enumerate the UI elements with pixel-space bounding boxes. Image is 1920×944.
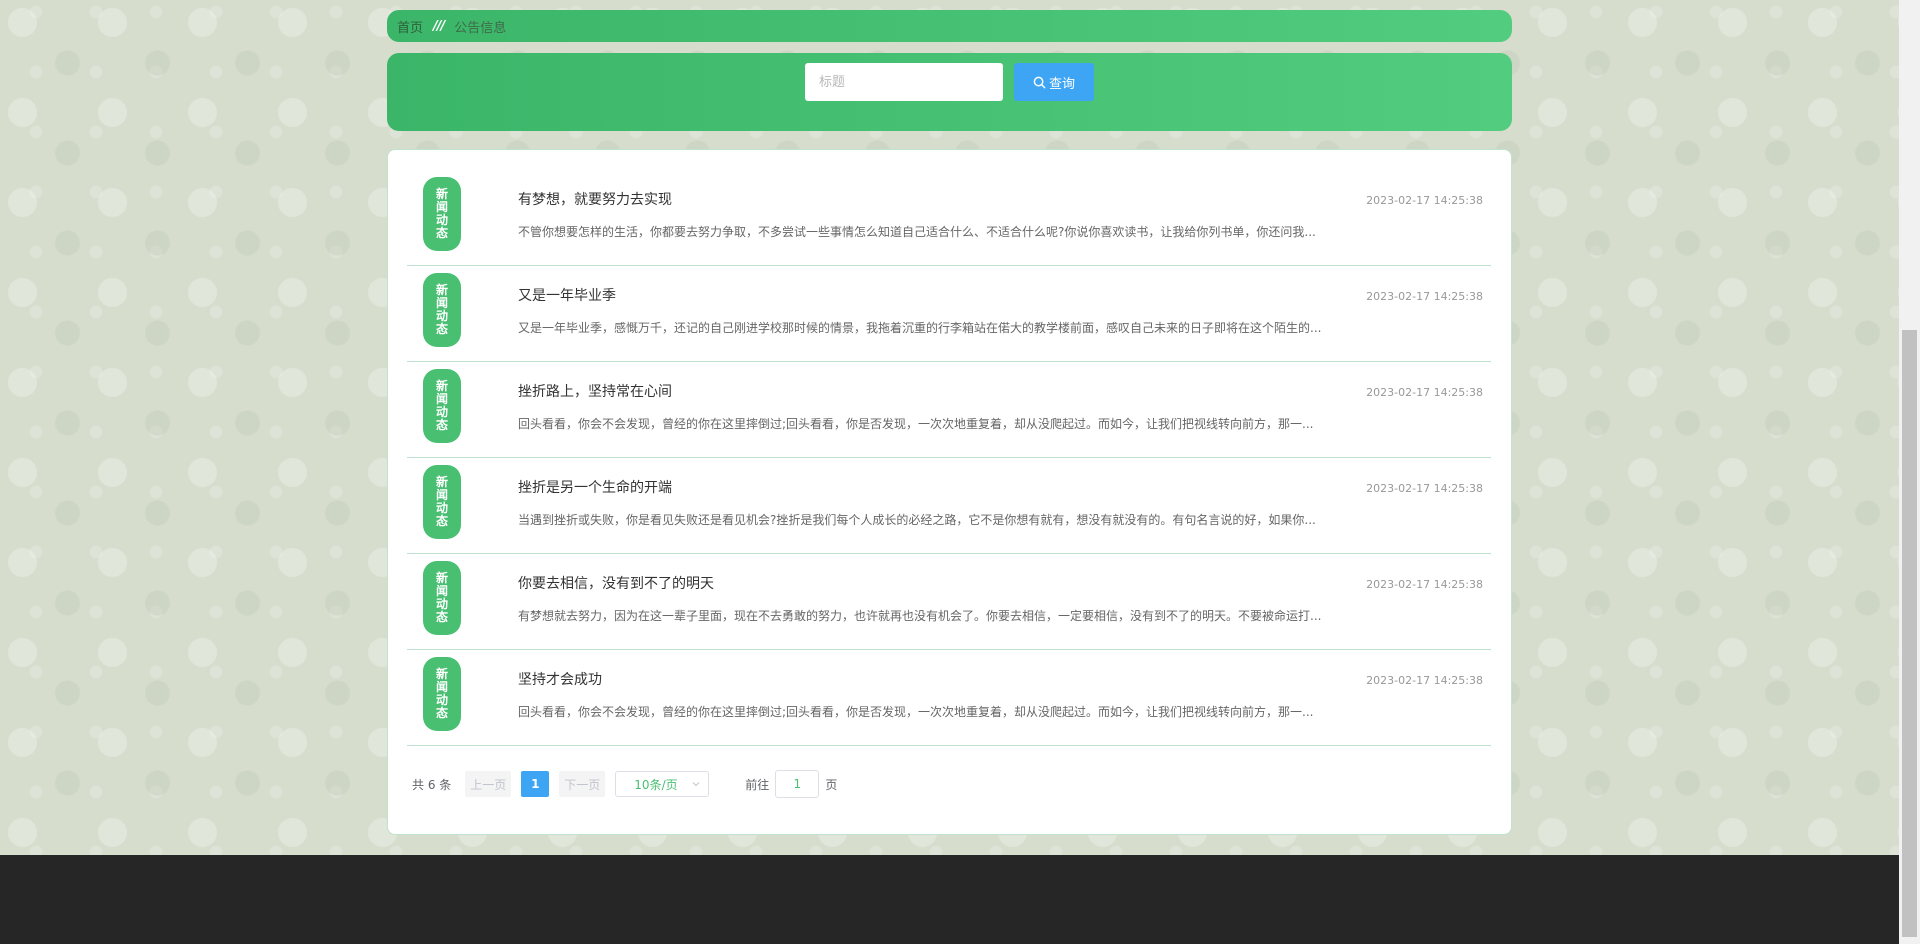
page-size-select[interactable]: 10条/页 [615,771,710,797]
footer [0,855,1899,944]
news-item[interactable]: 新闻动态 你要去相信，没有到不了的明天 2023-02-17 14:25:38 … [407,554,1491,650]
news-category-badge: 新闻动态 [423,561,461,635]
search-icon [1033,76,1046,88]
chevron-down-icon [692,782,700,787]
pagination: 共 6 条 上一页 1 下一页 10条/页 前往 页 [412,770,837,798]
breadcrumb: 首页 /// 公告信息 [387,10,1512,42]
title-search-input[interactable] [805,63,1003,101]
news-category-badge: 新闻动态 [423,657,461,731]
next-page-button[interactable]: 下一页 [559,771,606,797]
news-item[interactable]: 新闻动态 坚持才会成功 2023-02-17 14:25:38 回头看看，你会不… [407,650,1491,746]
goto-suffix: 页 [825,777,838,792]
news-list: 新闻动态 有梦想，就要努力去实现 2023-02-17 14:25:38 不管你… [407,170,1491,746]
news-date: 2023-02-17 14:25:38 [1366,386,1483,399]
prev-page-button[interactable]: 上一页 [465,771,512,797]
news-title[interactable]: 坚持才会成功 [518,669,602,689]
news-summary: 回头看看，你会不会发现，曾经的你在这里摔倒过;回头看看，你是否发现，一次次地重复… [518,417,1314,431]
pagination-total: 共 6 条 [412,777,452,792]
news-category-badge: 新闻动态 [423,465,461,539]
news-item[interactable]: 新闻动态 挫折是另一个生命的开端 2023-02-17 14:25:38 当遇到… [407,458,1491,554]
news-category-badge: 新闻动态 [423,177,461,251]
page-number-button[interactable]: 1 [521,771,550,797]
news-title[interactable]: 挫折是另一个生命的开端 [518,477,672,497]
news-item[interactable]: 新闻动态 挫折路上，坚持常在心间 2023-02-17 14:25:38 回头看… [407,362,1491,458]
news-item[interactable]: 新闻动态 又是一年毕业季 2023-02-17 14:25:38 又是一年毕业季… [407,266,1491,362]
news-category-badge: 新闻动态 [423,273,461,347]
news-category-badge: 新闻动态 [423,369,461,443]
news-summary: 当遇到挫折或失败，你是看见失败还是看见机会?挫折是我们每个人成长的必经之路，它不… [518,513,1316,527]
news-date: 2023-02-17 14:25:38 [1366,674,1483,687]
news-summary: 回头看看，你会不会发现，曾经的你在这里摔倒过;回头看看，你是否发现，一次次地重复… [518,705,1314,719]
news-title[interactable]: 挫折路上，坚持常在心间 [518,381,672,401]
search-button-label: 查询 [1048,76,1075,92]
news-summary: 不管你想要怎样的生活，你都要去努力争取，不多尝试一些事情怎么知道自己适合什么、不… [518,225,1316,239]
news-summary: 又是一年毕业季，感慨万千，还记的自己刚进学校那时候的情景，我拖着沉重的行李箱站在… [518,321,1322,335]
page-size-value: 10条/页 [634,777,678,792]
news-title[interactable]: 你要去相信，没有到不了的明天 [518,573,714,593]
search-button[interactable]: 查询 [1014,63,1094,101]
news-title[interactable]: 又是一年毕业季 [518,285,616,305]
news-date: 2023-02-17 14:25:38 [1366,194,1483,207]
search-panel: 查询 [387,53,1512,131]
news-summary: 有梦想就去努力，因为在这一辈子里面，现在不去勇敢的努力，也许就再也没有机会了。你… [518,609,1322,623]
scrollbar[interactable] [1899,0,1920,944]
scrollbar-thumb[interactable] [1902,330,1917,937]
news-date: 2023-02-17 14:25:38 [1366,482,1483,495]
news-date: 2023-02-17 14:25:38 [1366,578,1483,591]
news-date: 2023-02-17 14:25:38 [1366,290,1483,303]
goto-label: 前往 [745,777,770,792]
breadcrumb-home-link[interactable]: 首页 [397,17,423,36]
news-title[interactable]: 有梦想，就要努力去实现 [518,189,672,209]
breadcrumb-current: 公告信息 [454,20,507,36]
goto-page-input[interactable] [775,770,820,798]
page: 首页 /// 公告信息 查询 新闻动态 有梦想，就要努力去实现 2023-02-… [0,0,1899,944]
breadcrumb-separator: /// [433,18,445,34]
news-list-card: 新闻动态 有梦想，就要努力去实现 2023-02-17 14:25:38 不管你… [387,149,1512,835]
news-item[interactable]: 新闻动态 有梦想，就要努力去实现 2023-02-17 14:25:38 不管你… [407,170,1491,266]
